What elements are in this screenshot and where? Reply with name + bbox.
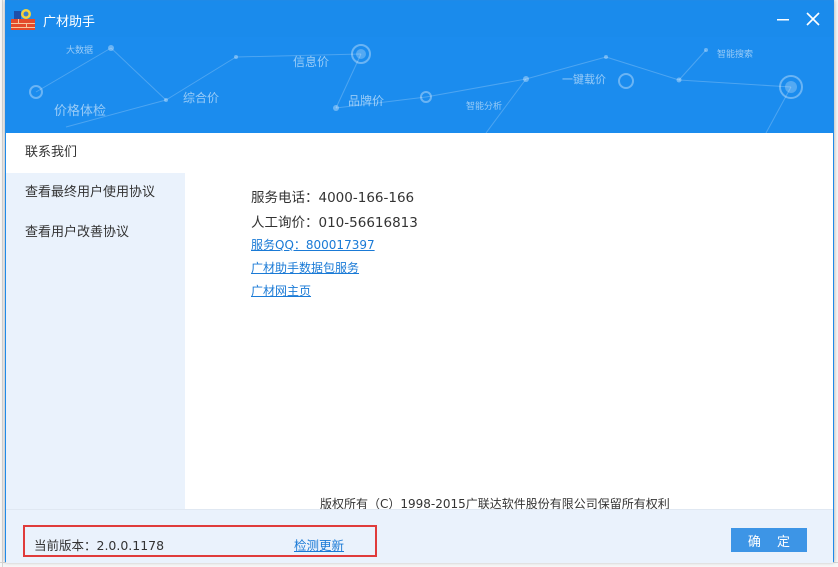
- banner-label-price-check: 价格体检: [54, 104, 107, 119]
- network-graphic: [29, 44, 803, 133]
- ok-button[interactable]: 确 定: [731, 528, 807, 552]
- version-text: 当前版本：2.0.0.1178: [34, 538, 165, 553]
- banner-label-smart-search: 智能搜索: [717, 50, 754, 60]
- banner-label-one-click-price: 一键载价: [562, 73, 606, 86]
- service-phone: 服务电话：4000-166-166: [251, 190, 415, 206]
- banner-label-big-data: 大数据: [66, 46, 94, 56]
- banner-label-brand-price: 品牌价: [348, 94, 385, 108]
- sidebar-item-improvement-agreement[interactable]: 查看用户改善协议: [6, 213, 185, 253]
- close-button[interactable]: [799, 5, 827, 33]
- sidebar-item-contact-us[interactable]: 联系我们: [6, 133, 185, 173]
- contact-panel: 服务电话：4000-166-166 人工询价：010-56616813 服务QQ…: [185, 133, 833, 511]
- banner-label-composite-price: 综合价: [183, 91, 220, 105]
- dialog-footer: 当前版本：2.0.0.1178 检测更新 确 定: [6, 509, 833, 563]
- data-package-link[interactable]: 广材助手数据包服务: [251, 259, 359, 276]
- check-update-link[interactable]: 检测更新: [294, 535, 344, 554]
- banner-label-smart-analysis: 智能分析: [466, 102, 503, 112]
- homepage-link[interactable]: 广材网主页: [251, 282, 311, 299]
- service-qq-link[interactable]: 服务QQ：800017397: [251, 236, 375, 253]
- feature-banner: 大数据 信息价 智能搜索 一键载价 综合价 品牌价 智能分析 价格体检: [6, 37, 833, 133]
- title-bar[interactable]: 广材助手: [6, 1, 833, 37]
- version-highlight-box: 当前版本：2.0.0.1178 检测更新: [23, 525, 377, 557]
- app-logo-icon: [10, 6, 36, 32]
- sidebar-item-eula[interactable]: 查看最终用户使用协议: [6, 173, 185, 213]
- about-dialog: 广材助手 大数据 信息价 智能搜索 一键载价 综合价 品牌价 智能分析 价格体检…: [5, 0, 834, 563]
- close-icon: [806, 12, 820, 26]
- sidebar-nav: 联系我们 查看最终用户使用协议 查看用户改善协议: [6, 133, 185, 509]
- minimize-button[interactable]: [769, 5, 797, 33]
- banner-label-info-price: 信息价: [293, 55, 330, 69]
- window-title: 广材助手: [43, 15, 96, 30]
- minimize-icon: [777, 19, 789, 21]
- price-inquiry-phone: 人工询价：010-56616813: [251, 215, 418, 231]
